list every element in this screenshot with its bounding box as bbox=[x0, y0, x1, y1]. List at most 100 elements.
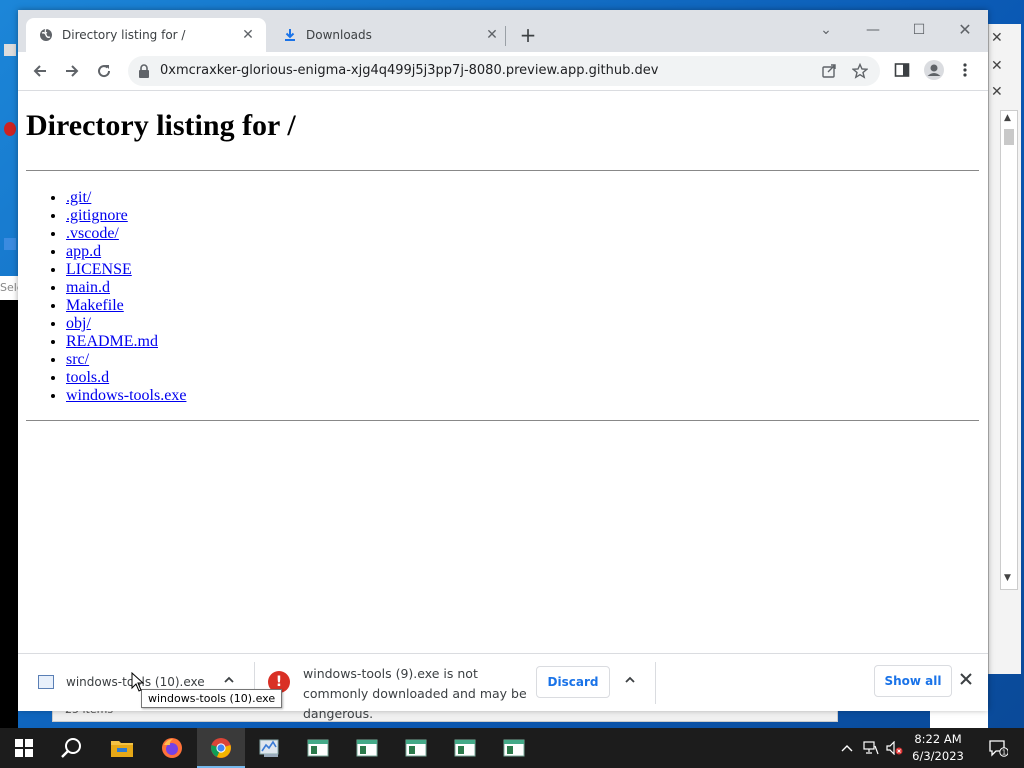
window-app-icon bbox=[405, 739, 427, 757]
list-item: obj/ bbox=[66, 315, 186, 333]
list-item: app.d bbox=[66, 243, 186, 261]
task-manager-button[interactable] bbox=[246, 728, 294, 768]
lock-icon[interactable] bbox=[138, 64, 150, 81]
file-link[interactable]: README.md bbox=[66, 333, 158, 350]
close-icon[interactable] bbox=[960, 673, 972, 688]
clock-time: 8:22 AM bbox=[914, 732, 962, 746]
tab-strip: Directory listing for / ✕ Downloads ✕ + … bbox=[18, 10, 988, 52]
file-link[interactable]: LICENSE bbox=[66, 261, 132, 278]
notification-center-button[interactable]: 1 bbox=[978, 728, 1018, 768]
search-icon bbox=[61, 738, 81, 758]
app-window-button[interactable] bbox=[392, 728, 440, 768]
url-text[interactable]: 0xmcraxker-glorious-enigma-xjg4q499j5j3p… bbox=[160, 56, 658, 86]
file-link[interactable]: tools.d bbox=[66, 369, 109, 386]
list-item: Makefile bbox=[66, 297, 186, 315]
search-button[interactable] bbox=[48, 728, 96, 768]
tab-directory-listing[interactable]: Directory listing for / ✕ bbox=[26, 18, 266, 52]
file-link[interactable]: .git/ bbox=[66, 189, 91, 206]
forward-arrow-icon bbox=[66, 65, 79, 77]
volume-muted-icon[interactable] bbox=[884, 728, 906, 768]
start-button[interactable] bbox=[0, 728, 48, 768]
close-icon[interactable]: ✕ bbox=[991, 84, 1003, 100]
file-link[interactable]: windows-tools.exe bbox=[66, 387, 186, 404]
divider bbox=[26, 420, 979, 421]
page-title: Directory listing for / bbox=[26, 109, 296, 142]
folder-icon bbox=[111, 741, 133, 757]
chrome-button[interactable] bbox=[197, 728, 245, 768]
globe-icon bbox=[38, 27, 54, 43]
menu-kebab-icon[interactable] bbox=[962, 62, 968, 81]
file-link[interactable]: src/ bbox=[66, 351, 89, 368]
chevron-up-icon[interactable] bbox=[624, 674, 636, 689]
file-link[interactable]: app.d bbox=[66, 243, 101, 260]
list-item: README.md bbox=[66, 333, 186, 351]
file-link[interactable]: main.d bbox=[66, 279, 110, 296]
desktop-icon[interactable] bbox=[2, 118, 18, 158]
show-hidden-icons-chevron-icon[interactable] bbox=[838, 728, 856, 768]
forward-button[interactable] bbox=[58, 58, 86, 84]
download-icon bbox=[282, 27, 298, 43]
firefox-icon bbox=[162, 738, 182, 758]
file-link[interactable]: .vscode/ bbox=[66, 225, 119, 242]
minimize-button[interactable]: — bbox=[850, 16, 896, 44]
window-app-icon bbox=[356, 739, 378, 757]
file-link[interactable]: obj/ bbox=[66, 315, 91, 332]
app-window-button[interactable] bbox=[294, 728, 342, 768]
list-item: .git/ bbox=[66, 189, 186, 207]
system-clock[interactable]: 8:22 AM 6/3/2023 bbox=[905, 731, 971, 765]
scrollbar-thumb[interactable] bbox=[1004, 129, 1014, 145]
windows-logo-icon bbox=[15, 739, 33, 757]
back-button[interactable] bbox=[26, 58, 54, 84]
scroll-up-icon[interactable]: ▲ bbox=[1004, 113, 1011, 123]
list-item: LICENSE bbox=[66, 261, 186, 279]
maximize-button[interactable]: ☐ bbox=[896, 16, 942, 44]
profile-avatar-icon[interactable] bbox=[924, 60, 944, 83]
tooltip: windows-tools (10).exe bbox=[141, 689, 283, 708]
browser-window: Directory listing for / ✕ Downloads ✕ + … bbox=[18, 10, 988, 721]
close-icon[interactable]: ✕ bbox=[991, 58, 1003, 74]
network-icon[interactable] bbox=[860, 728, 882, 768]
show-all-button[interactable]: Show all bbox=[874, 665, 952, 697]
close-icon[interactable]: ✕ bbox=[991, 30, 1003, 46]
tab-search-icon[interactable]: ⌄ bbox=[803, 16, 849, 44]
list-item: src/ bbox=[66, 351, 186, 369]
tab-label: Directory listing for / bbox=[62, 28, 186, 42]
list-item: tools.d bbox=[66, 369, 186, 387]
background-scrollbar[interactable]: ▲ ▼ bbox=[1000, 110, 1018, 590]
discard-button[interactable]: Discard bbox=[536, 666, 610, 698]
file-link[interactable]: .gitignore bbox=[66, 207, 128, 224]
chart-app-icon bbox=[259, 739, 279, 757]
chevron-up-icon[interactable] bbox=[223, 674, 235, 689]
firefox-button[interactable] bbox=[148, 728, 196, 768]
file-explorer-button[interactable] bbox=[98, 728, 146, 768]
reload-icon bbox=[98, 65, 111, 78]
bookmark-star-icon[interactable] bbox=[851, 62, 869, 82]
file-list: .git/ .gitignore .vscode/ app.d LICENSE … bbox=[26, 189, 186, 405]
taskbar: 8:22 AM 6/3/2023 1 bbox=[0, 728, 1024, 768]
list-item: .gitignore bbox=[66, 207, 186, 225]
desktop-icon[interactable] bbox=[2, 232, 18, 272]
close-tab-icon[interactable]: ✕ bbox=[240, 27, 256, 43]
app-window-button[interactable] bbox=[343, 728, 391, 768]
side-panel-icon[interactable] bbox=[894, 62, 910, 81]
close-window-button[interactable]: ✕ bbox=[942, 16, 988, 44]
chrome-icon bbox=[211, 738, 231, 758]
background-search-box[interactable]: Sele bbox=[0, 276, 18, 300]
tab-label: Downloads bbox=[306, 28, 372, 42]
file-link[interactable]: Makefile bbox=[66, 297, 124, 314]
scroll-down-icon[interactable]: ▼ bbox=[1004, 573, 1011, 583]
reload-button[interactable] bbox=[90, 58, 118, 84]
notification-icon: 1 bbox=[989, 740, 1008, 757]
address-bar[interactable]: 0xmcraxker-glorious-enigma-xjg4q499j5j3p… bbox=[128, 56, 880, 86]
app-window-button[interactable] bbox=[441, 728, 489, 768]
new-tab-button[interactable]: + bbox=[516, 24, 540, 48]
page-content: Directory listing for / .git/ .gitignore… bbox=[18, 91, 988, 653]
app-window-button[interactable] bbox=[490, 728, 538, 768]
close-tab-icon[interactable]: ✕ bbox=[484, 27, 500, 43]
list-item: windows-tools.exe bbox=[66, 387, 186, 405]
tab-separator bbox=[505, 26, 506, 46]
window-app-icon bbox=[503, 739, 525, 757]
share-icon[interactable] bbox=[821, 63, 837, 82]
desktop-icon[interactable] bbox=[2, 40, 18, 70]
tab-downloads[interactable]: Downloads ✕ bbox=[270, 18, 510, 52]
